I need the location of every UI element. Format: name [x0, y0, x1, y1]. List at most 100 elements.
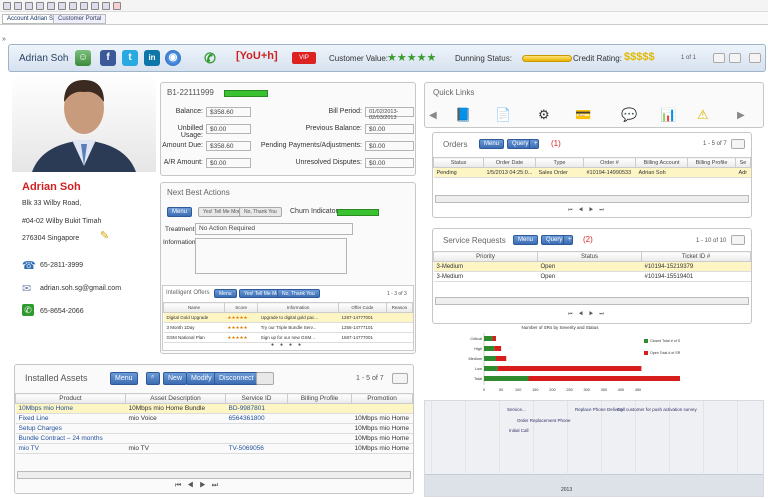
offer-col-name[interactable]: Name	[163, 302, 225, 313]
timeline-event[interactable]: Call customer for push activation survey	[617, 407, 697, 412]
bar-chart-icon[interactable]: 📊	[660, 107, 676, 123]
copy-icon[interactable]	[91, 2, 99, 10]
orders-add-icon[interactable]: +	[529, 139, 539, 149]
offer-col-reason[interactable]: Reason	[385, 302, 414, 313]
header-option-button[interactable]	[713, 53, 725, 63]
credit-rating-label: Credit Rating:	[573, 54, 622, 63]
table-row[interactable]: Digital Gold Upgrade ★★★★★ Upgrade to digi…	[163, 312, 413, 323]
report-icon[interactable]	[102, 2, 110, 10]
assets-col-billing-profile[interactable]: Billing Profile	[287, 393, 352, 404]
orders-scrollbar[interactable]	[435, 195, 749, 203]
table-row[interactable]: Setup Charges 10Mbps mio Home	[15, 423, 413, 434]
treatment-label: Treatment:	[165, 226, 197, 233]
table-row[interactable]: Fixed Line mio Voice 6564361800 10Mbps mio …	[15, 413, 413, 424]
assets-modify-button[interactable]: Modify	[186, 372, 217, 385]
orders-col-status[interactable]: Status	[433, 157, 484, 168]
assets-search-icon[interactable]: ⌕	[146, 372, 160, 385]
phone-icon[interactable]: ✆	[202, 50, 218, 66]
payment-card-icon[interactable]: 💳	[575, 107, 591, 123]
table-row[interactable]: mio TV mio TV TV-5069056 10Mbps mio Home	[15, 443, 413, 454]
no-thank-you-button[interactable]: No, Thank You	[239, 207, 282, 217]
nba-menu-button[interactable]: Menu	[167, 207, 193, 217]
new-icon[interactable]	[3, 2, 11, 10]
orders-col-billing-profile[interactable]: Billing Profile	[687, 157, 736, 168]
orders-col-date[interactable]: Order Date	[483, 157, 536, 168]
information-textarea[interactable]	[195, 238, 347, 274]
assets-scrollbar[interactable]	[17, 471, 411, 479]
offers-no-thanks-button[interactable]: No, Thank You	[277, 289, 320, 298]
orders-pager-controls[interactable]: ⏮◀▶⏭	[568, 207, 610, 213]
search-icon[interactable]	[80, 2, 88, 10]
map-icon[interactable]: ✎	[100, 229, 109, 242]
timeline-event[interactable]: Service...	[507, 407, 526, 412]
facebook-icon[interactable]: f	[100, 50, 116, 66]
orders-col-se[interactable]: Se	[735, 157, 751, 168]
offer-col-score[interactable]: Score	[223, 302, 259, 313]
list-icon[interactable]	[47, 2, 55, 10]
assets-col-description[interactable]: Asset Description	[125, 393, 226, 404]
sr-add-icon[interactable]: +	[563, 235, 573, 245]
offer-col-code[interactable]: Offer Code	[337, 302, 387, 313]
offer-col-information[interactable]: Information	[257, 302, 339, 313]
offers-menu-button[interactable]: Menu	[214, 289, 237, 298]
refresh-icon[interactable]	[69, 2, 77, 10]
orders-menu-button[interactable]: Menu	[479, 139, 505, 149]
sr-scrollbar[interactable]	[435, 297, 749, 305]
pdf-icon[interactable]	[113, 2, 121, 10]
phone-number[interactable]: 65-2811-3999	[40, 262, 83, 269]
book-icon[interactable]: 📘	[455, 107, 471, 123]
orders-col-order-number[interactable]: Order #	[583, 157, 636, 168]
table-row[interactable]: Pending 1/5/2013 04:25:0... Sales Order #10…	[433, 167, 751, 178]
chat-icon[interactable]: 💬	[621, 107, 637, 123]
document-icon[interactable]: 📄	[495, 107, 511, 123]
sr-col-ticket-id[interactable]: Ticket ID #	[641, 251, 751, 262]
sr-col-status[interactable]: Status	[537, 251, 642, 262]
sr-col-priority[interactable]: Priority	[433, 251, 538, 262]
orders-col-billing-account[interactable]: Billing Account	[635, 157, 688, 168]
table-row[interactable]: 10Mbps mio Home 10Mbps mio Home Bundle BD-…	[15, 403, 413, 414]
table-row[interactable]: 3-Medium Open #10194-15219379	[433, 261, 751, 272]
quick-links-next-icon[interactable]: ▶	[737, 110, 745, 121]
assets-disconnect-button[interactable]: Disconnect	[214, 372, 259, 385]
assets-pager-controls[interactable]: ⏮◀▶⏭	[175, 482, 224, 490]
assets-menu-button[interactable]: Menu	[110, 372, 138, 385]
warning-icon[interactable]: ⚠	[697, 107, 709, 123]
table-row[interactable]: 3-Medium Open #10194-15519401	[433, 271, 751, 282]
back-icon[interactable]	[25, 2, 33, 10]
table-row[interactable]: 3 Month 1Day ★★★★★ Try our Triple Bundle S…	[163, 322, 413, 333]
email-address[interactable]: adrian.soh.sg@gmail.com	[40, 285, 121, 292]
timeline-overview[interactable]: 2013	[425, 474, 763, 496]
sr-menu-button[interactable]: Menu	[513, 235, 539, 245]
timeline-event[interactable]: Order Replacement Phone	[517, 418, 571, 423]
sr-layout-button[interactable]	[731, 235, 745, 245]
assets-layout-button[interactable]	[392, 373, 408, 384]
header-layout-button[interactable]	[729, 53, 741, 63]
contacts-icon[interactable]: ☺	[75, 50, 91, 66]
table-row[interactable]: GSM National Plan ★★★★★ Sign up for our ne…	[163, 332, 413, 343]
gear-icon[interactable]: ⚙	[538, 107, 550, 123]
expand-icon[interactable]: »	[2, 36, 6, 43]
assets-col-product[interactable]: Product	[15, 393, 126, 404]
orders-layout-button[interactable]	[731, 139, 745, 149]
globe-icon[interactable]: ◉	[165, 50, 181, 66]
quick-links-prev-icon[interactable]: ◀	[429, 110, 437, 121]
offers-pager-controls[interactable]: ●●●●	[271, 342, 307, 348]
tab-customer-portal[interactable]: Customer Portal	[53, 14, 107, 24]
save-icon[interactable]	[36, 2, 44, 10]
quick-links-title: Quick Links	[433, 88, 475, 97]
sr-pager-controls[interactable]: ⏮◀▶⏭	[568, 311, 610, 317]
print-icon[interactable]	[58, 2, 66, 10]
mobile-number[interactable]: 65-8654-2066	[40, 308, 84, 315]
assets-col-service-id[interactable]: Service ID	[225, 393, 288, 404]
twitter-icon[interactable]: t	[122, 50, 138, 66]
linkedin-icon[interactable]: in	[144, 50, 160, 66]
assets-new-button[interactable]: New	[163, 372, 188, 385]
edit-icon[interactable]	[14, 2, 22, 10]
header-close-button[interactable]	[749, 53, 761, 63]
table-row[interactable]: Bundle Contract – 24 months 10Mbps mio Ho…	[15, 433, 413, 444]
assets-col-promotion[interactable]: Promotion	[351, 393, 413, 404]
chart-x-tick: 0	[483, 388, 485, 392]
intelligent-offers-panel: Intelligent Offers Menu Yes! Tell Me Mor…	[162, 285, 414, 351]
orders-col-type[interactable]: Type	[535, 157, 584, 168]
timeline-event[interactable]: Initial Call	[509, 428, 529, 433]
